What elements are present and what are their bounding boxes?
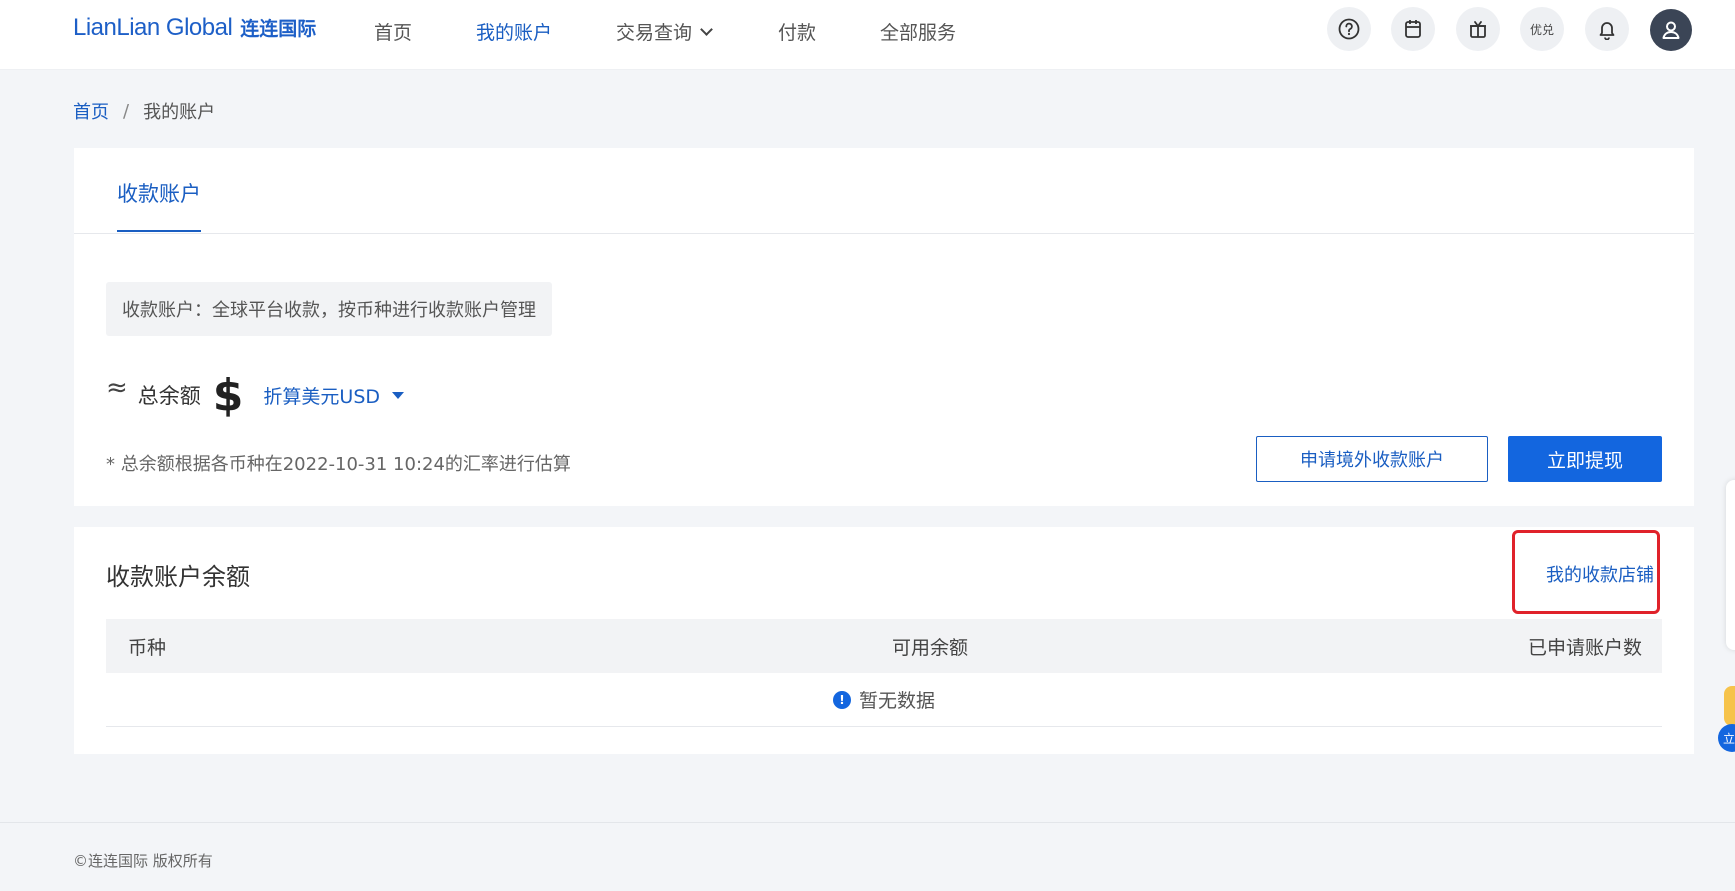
section-title: 收款账户余额 bbox=[106, 563, 250, 591]
total-balance-label: 总余额 bbox=[137, 384, 201, 408]
tab-receiving-account[interactable]: 收款账户 bbox=[117, 178, 201, 232]
table-empty-row: ! 暂无数据 bbox=[106, 673, 1662, 727]
footer-copyright: ©连连国际 版权所有 bbox=[73, 852, 213, 870]
table-header: 币种 可用余额 已申请账户数 bbox=[106, 619, 1662, 673]
assistant-button[interactable]: 立 bbox=[1718, 724, 1735, 752]
breadcrumb: 首页 / 我的账户 bbox=[73, 98, 215, 124]
nav-payment[interactable]: 付款 bbox=[778, 18, 816, 45]
apply-overseas-account-button[interactable]: 申请境外收款账户 bbox=[1256, 436, 1488, 482]
empty-text: 暂无数据 bbox=[858, 690, 935, 712]
currency-select-value: 折算美元USD bbox=[263, 385, 381, 408]
nav-transaction-query-label: 交易查询 bbox=[616, 22, 693, 44]
side-float-panel[interactable] bbox=[1726, 480, 1735, 650]
dollar-icon: $ bbox=[212, 369, 244, 421]
nav-my-account-label: 我的账户 bbox=[476, 22, 553, 44]
breadcrumb-current: 我的账户 bbox=[143, 102, 216, 123]
bell-icon[interactable] bbox=[1585, 7, 1629, 51]
nav-home-label: 首页 bbox=[374, 22, 413, 44]
chevron-down-icon bbox=[700, 22, 713, 36]
caret-down-icon bbox=[392, 391, 405, 399]
column-header-account-count: 已申请账户数 bbox=[1527, 637, 1642, 659]
user-avatar-icon[interactable] bbox=[1650, 9, 1692, 51]
nav-all-services[interactable]: 全部服务 bbox=[880, 18, 956, 45]
logo-text-en: LianLian Global bbox=[73, 14, 233, 41]
approx-icon: ≈ bbox=[106, 373, 128, 403]
breadcrumb-home[interactable]: 首页 bbox=[73, 98, 109, 124]
top-navbar: LianLian Global 连连国际 首页 我的账户 交易查询 付款 全部服… bbox=[0, 0, 1735, 70]
footer-divider bbox=[0, 822, 1735, 823]
tab-bar: 收款账户 bbox=[74, 148, 1694, 234]
logo-text-cn: 连连国际 bbox=[240, 18, 317, 40]
coupon-icon[interactable]: 优兑 bbox=[1520, 7, 1564, 51]
my-stores-link[interactable]: 我的收款店铺 bbox=[1546, 561, 1654, 587]
help-icon[interactable] bbox=[1327, 7, 1371, 51]
info-banner-text: 收款账户：全球平台收款，按币种进行收款账户管理 bbox=[122, 300, 536, 321]
info-icon: ! bbox=[832, 690, 851, 709]
total-balance-row: ≈ 总余额 $ 折算美元USD bbox=[106, 369, 405, 421]
exchange-rate-note: * 总余额根据各币种在2022-10-31 10:24的汇率进行估算 bbox=[106, 454, 571, 475]
nav-transaction-query[interactable]: 交易查询 bbox=[616, 18, 713, 45]
assistant-mascot-icon[interactable] bbox=[1724, 686, 1735, 726]
assistant-button-label: 立 bbox=[1723, 731, 1735, 746]
receiving-account-card: 收款账户 收款账户：全球平台收款，按币种进行收款账户管理 ≈ 总余额 $ 折算美… bbox=[74, 148, 1694, 506]
account-balance-card: 收款账户余额 我的收款店铺 币种 可用余额 已申请账户数 ! 暂无数据 bbox=[74, 527, 1694, 754]
nav-all-services-label: 全部服务 bbox=[880, 22, 957, 44]
brand-logo[interactable]: LianLian Global 连连国际 bbox=[73, 14, 316, 46]
breadcrumb-separator: / bbox=[123, 100, 130, 122]
nav-payment-label: 付款 bbox=[778, 22, 817, 44]
nav-my-account[interactable]: 我的账户 bbox=[476, 18, 552, 45]
nav-home[interactable]: 首页 bbox=[374, 18, 412, 45]
column-header-currency: 币种 bbox=[128, 637, 167, 659]
currency-select[interactable]: 折算美元USD bbox=[263, 382, 405, 409]
withdraw-now-button[interactable]: 立即提现 bbox=[1508, 436, 1662, 482]
coupon-label: 优兑 bbox=[1529, 22, 1554, 37]
column-header-available-balance: 可用余额 bbox=[892, 637, 969, 659]
gift-icon[interactable] bbox=[1456, 7, 1500, 51]
info-banner: 收款账户：全球平台收款，按币种进行收款账户管理 bbox=[106, 282, 552, 336]
calendar-icon[interactable] bbox=[1391, 7, 1435, 51]
